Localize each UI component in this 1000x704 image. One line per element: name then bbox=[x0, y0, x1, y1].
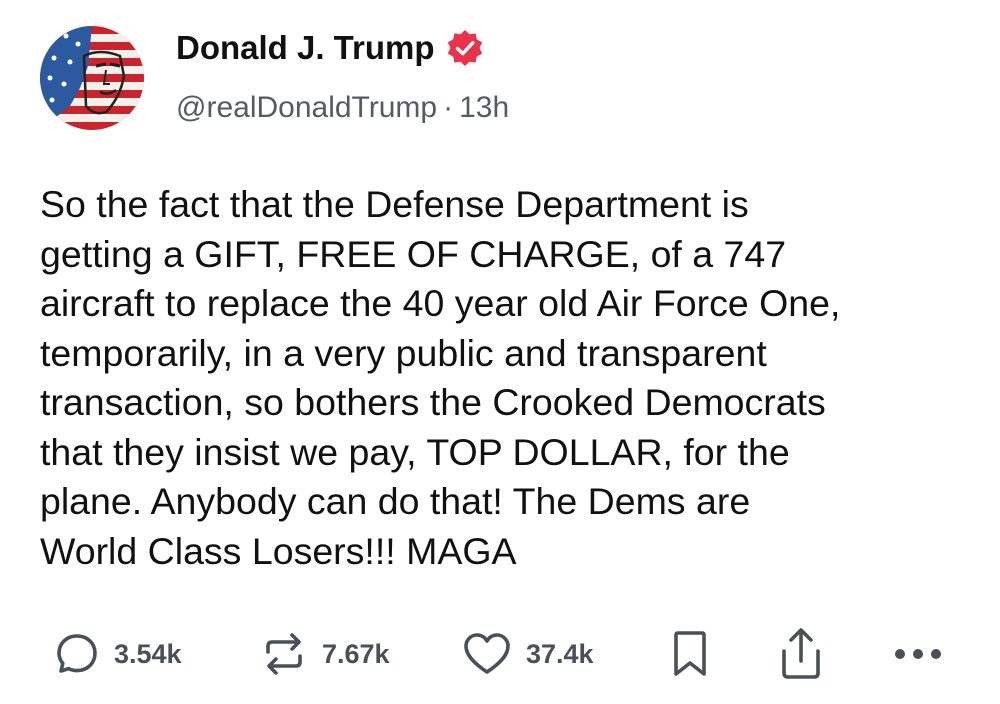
share-icon bbox=[782, 628, 820, 679]
author-name-row[interactable]: Donald J. Trump bbox=[176, 28, 485, 68]
heart-icon bbox=[464, 633, 510, 674]
avatar-image bbox=[40, 26, 144, 130]
repost-icon bbox=[266, 633, 302, 675]
like-count: 37.4k bbox=[526, 639, 594, 669]
bookmark-icon bbox=[674, 631, 706, 676]
post: Donald J. Trump @realDonaldTrump · 13h So … bbox=[0, 0, 1000, 704]
bookmark-button[interactable] bbox=[670, 622, 710, 686]
reply-count: 3.54k bbox=[114, 639, 182, 669]
share-button[interactable] bbox=[776, 622, 826, 686]
post-meta: @realDonaldTrump · 13h bbox=[176, 88, 509, 128]
post-text: So the fact that the Defense Department … bbox=[40, 183, 841, 572]
more-button[interactable] bbox=[892, 622, 944, 686]
author-handle[interactable]: @realDonaldTrump bbox=[176, 91, 437, 124]
repost-button[interactable]: 7.67k bbox=[260, 622, 390, 686]
repost-count: 7.67k bbox=[322, 639, 390, 669]
verified-badge-icon bbox=[445, 28, 485, 68]
reply-button[interactable]: 3.54k bbox=[54, 622, 182, 686]
avatar[interactable] bbox=[40, 26, 144, 130]
post-actions: 3.54k 7.67k 37.4k bbox=[0, 622, 1000, 686]
post-timestamp[interactable]: 13h bbox=[459, 91, 509, 124]
more-icon bbox=[895, 649, 941, 659]
author-name[interactable]: Donald J. Trump bbox=[176, 28, 435, 68]
like-button[interactable]: 37.4k bbox=[462, 622, 594, 686]
meta-separator: · bbox=[443, 91, 454, 124]
reply-icon bbox=[57, 634, 97, 673]
